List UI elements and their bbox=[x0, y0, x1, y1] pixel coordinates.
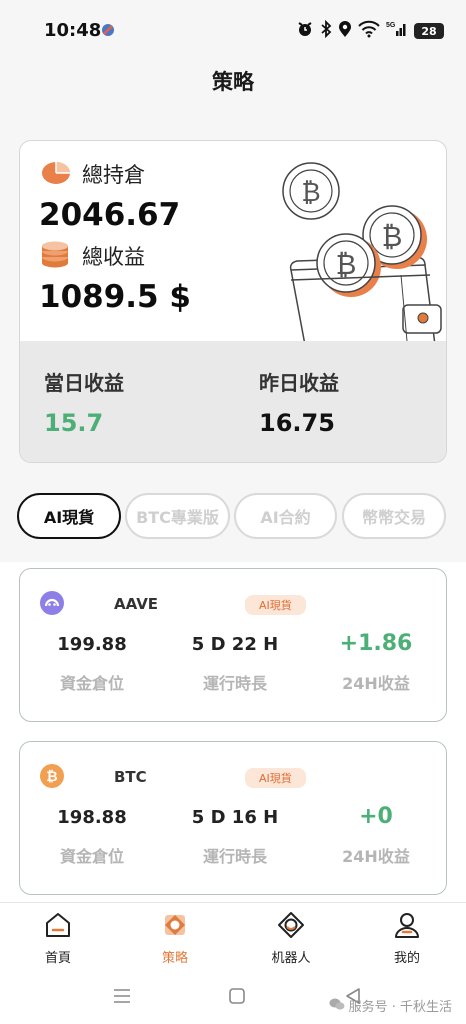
profit-24h-value: +1.86 bbox=[339, 631, 413, 656]
strategy-card[interactable]: ₿ BTC AI現貨 198.88 資金倉位 5 D 16 H 運行時長 +0 … bbox=[19, 741, 447, 895]
profit-24h-label: 24H收益 bbox=[342, 847, 410, 866]
wallet-coins-illustration: ₿ ₿ ₿ bbox=[275, 155, 445, 346]
nav-robot[interactable]: 机器人 bbox=[233, 911, 349, 971]
holdings-label: 總持倉 bbox=[82, 163, 145, 187]
status-time: 10:48 bbox=[44, 20, 102, 41]
svg-text:₿: ₿ bbox=[336, 248, 357, 281]
page-title: 策略 bbox=[212, 70, 254, 94]
tab-ai-contract[interactable]: AI合約 bbox=[234, 493, 337, 539]
strategy-badge: AI現貨 bbox=[245, 768, 306, 788]
yesterday-profit-label: 昨日收益 bbox=[259, 371, 339, 395]
bitcoin-icon: ₿ bbox=[40, 764, 64, 788]
aave-coin-icon bbox=[40, 591, 64, 615]
strategy-tabs: AI現貨 BTC專業版 AI合約 幣幣交易 bbox=[0, 493, 466, 543]
status-icons: 5G 28 bbox=[296, 19, 444, 42]
tab-ai-spot[interactable]: AI現貨 bbox=[17, 493, 121, 539]
svg-text:₿: ₿ bbox=[382, 220, 403, 253]
svg-text:5G: 5G bbox=[386, 22, 396, 29]
coins-stack-icon bbox=[40, 241, 70, 273]
home-button-icon[interactable] bbox=[228, 986, 246, 1010]
nav-profile-label: 我的 bbox=[393, 951, 420, 966]
summary-card: 總持倉 2046.67 總收益 1089.5 $ ₿ ₿ ₿ 當日收益 15.7… bbox=[19, 140, 447, 463]
status-bar: 10:48 5G 28 bbox=[0, 0, 466, 58]
profit-label: 總收益 bbox=[82, 245, 145, 269]
nav-profile[interactable]: 我的 bbox=[349, 911, 465, 971]
profit-24h-value: +0 bbox=[359, 804, 393, 829]
bluetooth-icon bbox=[320, 19, 332, 42]
holdings-value: 2046.67 bbox=[39, 197, 181, 233]
runtime-label: 運行時長 bbox=[202, 674, 267, 693]
robot-icon bbox=[277, 911, 305, 947]
location-icon bbox=[338, 20, 352, 42]
signal-icon: 5G bbox=[386, 20, 408, 42]
nav-home[interactable]: 首頁 bbox=[0, 911, 116, 971]
pie-chart-icon bbox=[40, 159, 72, 191]
bottom-nav: 首頁 策略 机器人 我的 bbox=[0, 902, 466, 972]
runtime-label: 運行時長 bbox=[202, 847, 267, 866]
nav-robot-label: 机器人 bbox=[271, 951, 311, 966]
strategy-badge: AI現貨 bbox=[245, 595, 306, 615]
coin-name: AAVE bbox=[114, 595, 159, 613]
app-notification-icon bbox=[100, 22, 116, 42]
wifi-icon bbox=[358, 20, 380, 42]
coin-name: BTC bbox=[114, 768, 147, 786]
bitcoin-coin-icon: ₿ bbox=[282, 162, 340, 220]
today-profit-label: 當日收益 bbox=[44, 371, 124, 395]
capital-label: 資金倉位 bbox=[59, 674, 124, 693]
tab-coin-trading[interactable]: 幣幣交易 bbox=[342, 493, 446, 539]
watermark: 服务号 · 千秋生活 bbox=[329, 996, 452, 1015]
capital-value: 199.88 bbox=[57, 634, 127, 655]
battery-indicator: 28 bbox=[414, 23, 444, 39]
nav-strategy[interactable]: 策略 bbox=[117, 911, 233, 971]
wechat-icon bbox=[329, 997, 345, 1015]
system-nav-bar: 服务号 · 千秋生活 bbox=[0, 972, 466, 1024]
runtime-value: 5 D 16 H bbox=[191, 807, 279, 828]
strategy-icon bbox=[161, 911, 189, 947]
profit-value: 1089.5 $ bbox=[39, 279, 191, 315]
strategy-card[interactable]: AAVE AI現貨 199.88 資金倉位 5 D 22 H 運行時長 +1.8… bbox=[19, 568, 447, 722]
tab-btc-pro[interactable]: BTC專業版 bbox=[125, 493, 230, 539]
nav-home-label: 首頁 bbox=[44, 951, 71, 966]
alarm-icon bbox=[296, 20, 314, 42]
capital-value: 198.88 bbox=[57, 807, 127, 828]
runtime-value: 5 D 22 H bbox=[191, 634, 279, 655]
capital-label: 資金倉位 bbox=[59, 847, 124, 866]
recent-apps-icon[interactable] bbox=[112, 986, 132, 1010]
profile-icon bbox=[393, 911, 421, 947]
home-icon bbox=[44, 911, 72, 947]
summary-top: 總持倉 2046.67 總收益 1089.5 $ ₿ ₿ ₿ bbox=[20, 141, 446, 346]
strategy-list: AAVE AI現貨 199.88 資金倉位 5 D 22 H 運行時長 +1.8… bbox=[0, 562, 466, 902]
today-profit-value: 15.7 bbox=[44, 409, 104, 437]
nav-strategy-label: 策略 bbox=[161, 951, 188, 966]
svg-text:₿: ₿ bbox=[46, 769, 57, 785]
daily-profit-panel: 當日收益 15.7 昨日收益 16.75 bbox=[20, 341, 446, 462]
yesterday-profit-value: 16.75 bbox=[259, 409, 335, 437]
svg-text:₿: ₿ bbox=[301, 178, 320, 208]
watermark-text: 服务号 · 千秋生活 bbox=[348, 1000, 452, 1015]
profit-24h-label: 24H收益 bbox=[342, 674, 410, 693]
